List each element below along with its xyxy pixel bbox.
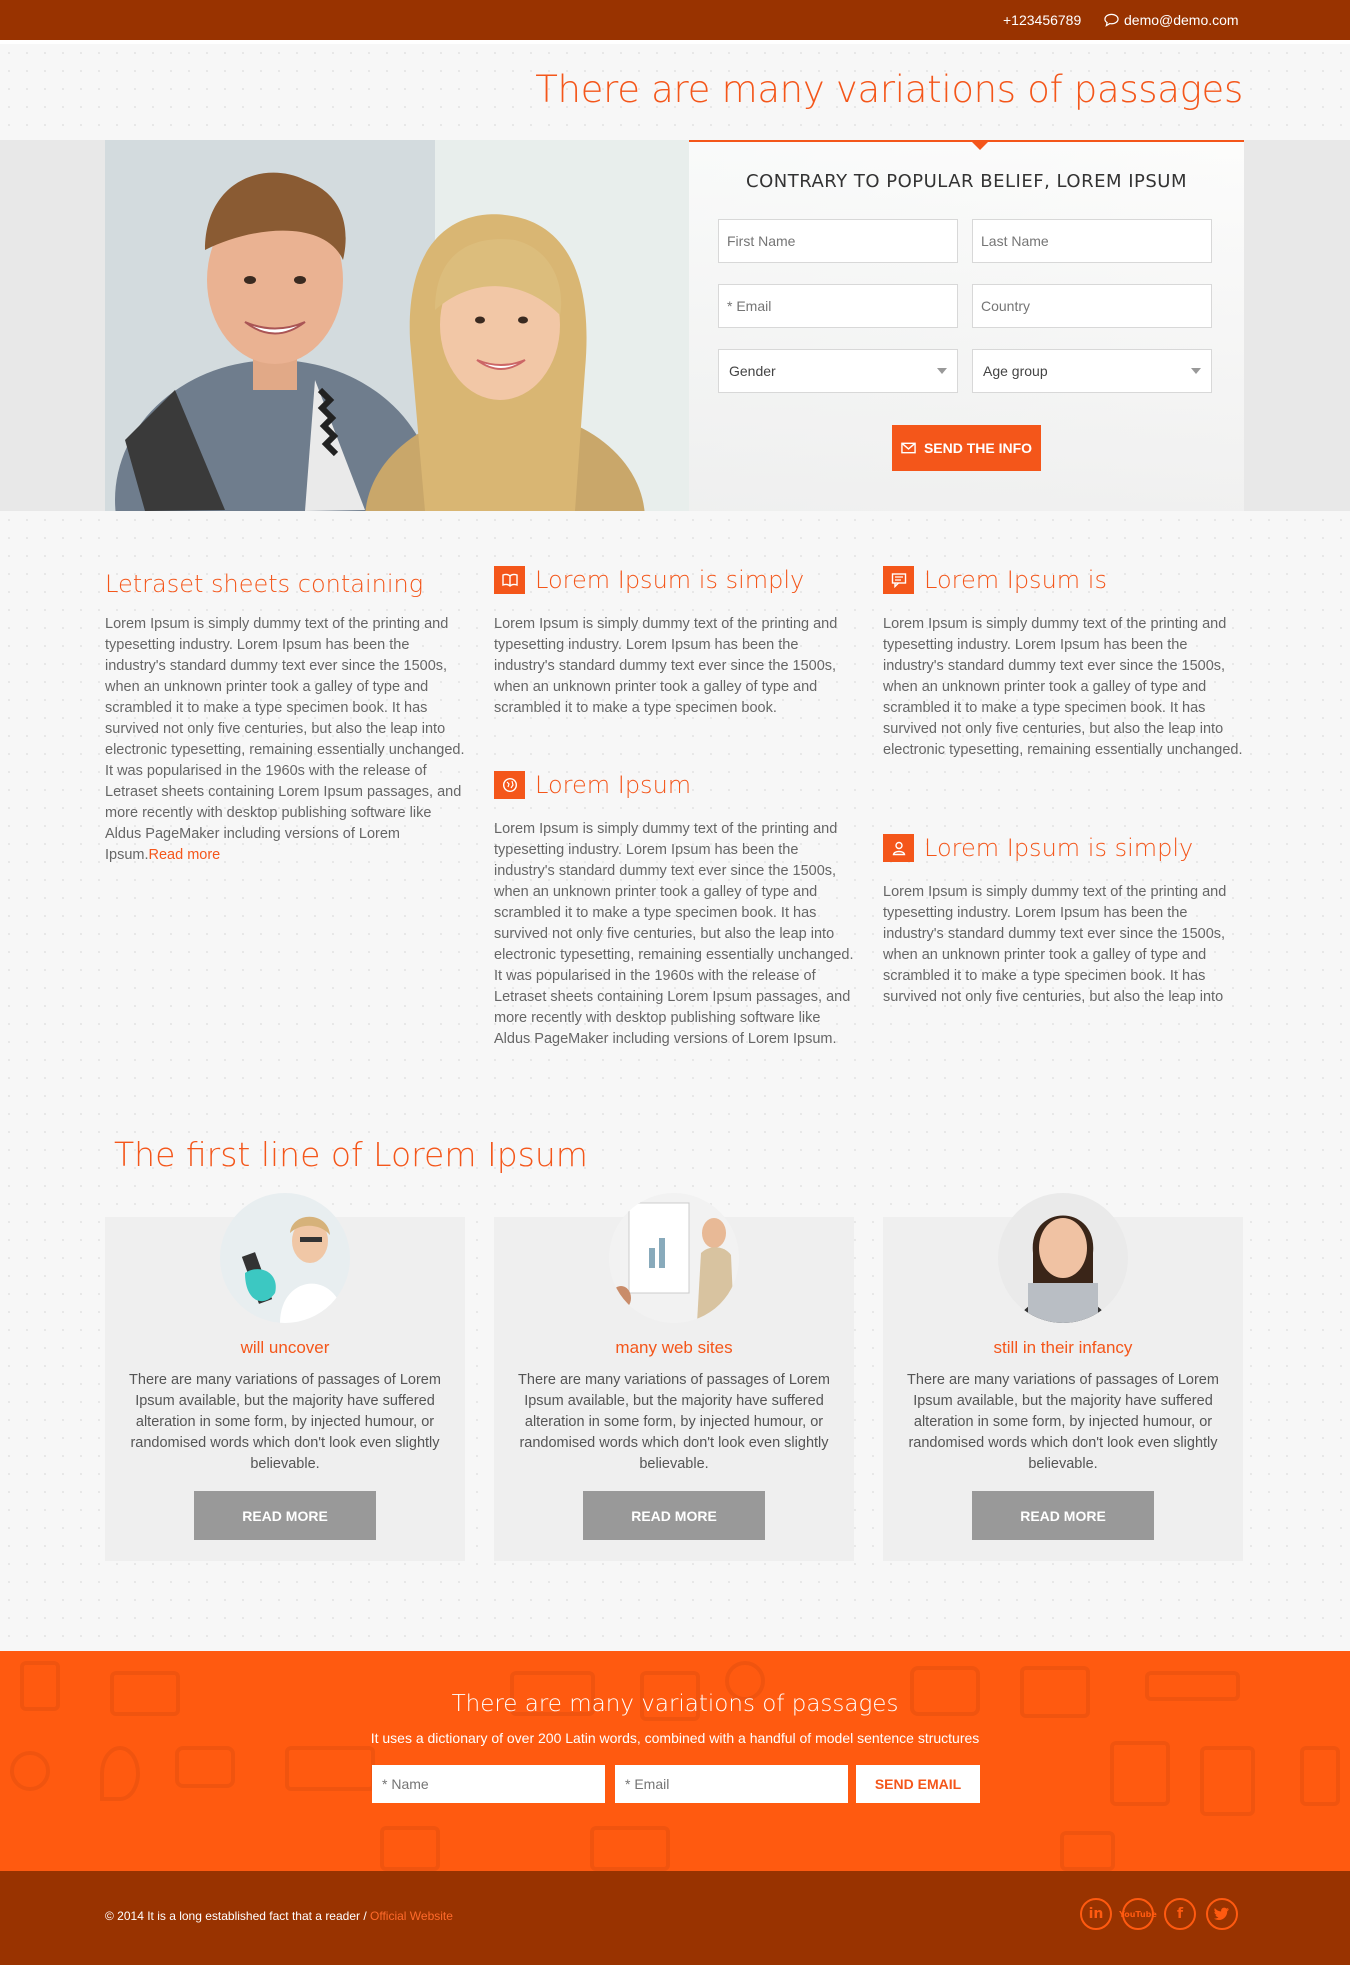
email-input[interactable] — [615, 1765, 848, 1803]
user-icon — [883, 834, 914, 862]
read-more-link[interactable]: Read more — [149, 847, 221, 863]
country-field[interactable] — [972, 284, 1212, 328]
decorative-document-icon — [1110, 1741, 1170, 1806]
envelope-icon — [901, 442, 916, 454]
send-info-label: SEND THE INFO — [923, 440, 1033, 456]
feature-title: Lorem Ipsum is simply — [924, 834, 1194, 862]
age-group-select-value: Age group — [983, 363, 1048, 379]
feature-text: Lorem Ipsum is simply dummy text of the … — [105, 614, 467, 866]
card-text: There are many variations of passages of… — [907, 1372, 1219, 1472]
card-title: will uncover — [240, 1338, 330, 1357]
section-title: The first line of Lorem Ipsum — [114, 1135, 588, 1174]
newsletter-title: There are many variations of passages — [451, 1691, 899, 1717]
official-website-link[interactable]: Official Website — [370, 1909, 453, 1923]
copyright: © 2014 It is a long established fact tha… — [105, 1909, 453, 1923]
gender-select[interactable]: Gender — [718, 349, 958, 393]
couple-photo-illustration — [105, 140, 689, 511]
gender-select-value: Gender — [729, 363, 776, 379]
age-group-select[interactable]: Age group — [972, 349, 1212, 393]
info-card: will uncover There are many variations o… — [105, 1193, 465, 1561]
twitter-bird-icon — [1214, 1907, 1229, 1920]
feature-heading: Lorem Ipsum is simply — [883, 834, 1193, 862]
email-field[interactable] — [718, 284, 958, 328]
decorative-list-icon — [1300, 1746, 1340, 1806]
info-card: still in their infancy There are many va… — [883, 1193, 1243, 1561]
name-input[interactable] — [372, 1765, 605, 1803]
feature-text: Lorem Ipsum is simply dummy text of the … — [494, 616, 838, 716]
read-more-button[interactable]: READ MORE — [194, 1491, 376, 1540]
decorative-bag-icon — [1060, 1831, 1115, 1871]
form-title: CONTRARY TO POPULAR BELIEF, LOREM IPSUM — [746, 171, 1187, 192]
info-card: many web sites There are many variations… — [494, 1193, 854, 1561]
decorative-browser-icon — [380, 1826, 440, 1871]
copyright-text: © 2014 It is a long established fact tha… — [105, 1909, 371, 1923]
feature-heading: Lorem Ipsum — [494, 771, 691, 799]
top-bar: +123456789 demo@demo.com — [0, 0, 1350, 40]
feature-heading: Lorem Ipsum is simply — [494, 566, 804, 594]
form-notch — [970, 140, 990, 150]
footer: © 2014 It is a long established fact tha… — [0, 1871, 1350, 1965]
facebook-icon[interactable]: f — [1164, 1898, 1196, 1930]
card-title: still in their infancy — [993, 1338, 1133, 1357]
chevron-down-icon — [937, 368, 947, 374]
email-contact[interactable]: demo@demo.com — [1104, 12, 1239, 28]
feature-title: Lorem Ipsum is simply — [535, 566, 805, 594]
linkedin-label: in — [1088, 1906, 1104, 1922]
decorative-camera-icon — [175, 1746, 235, 1788]
feature-title: Lorem Ipsum — [535, 771, 692, 799]
decorative-search-icon — [10, 1751, 50, 1791]
globe-icon — [494, 771, 525, 799]
avatar — [998, 1193, 1128, 1323]
facebook-label: f — [1176, 1906, 1184, 1922]
read-more-button[interactable]: READ MORE — [972, 1491, 1154, 1540]
last-name-field[interactable] — [972, 219, 1212, 263]
chevron-down-icon — [1191, 368, 1201, 374]
read-more-button[interactable]: READ MORE — [583, 1491, 765, 1540]
newsletter-subtitle: It uses a dictionary of over 200 Latin w… — [370, 1730, 980, 1746]
feature-heading: Lorem Ipsum is — [883, 566, 1107, 594]
feature-body: Lorem Ipsum is simply dummy text of the … — [105, 616, 465, 863]
linkedin-icon[interactable]: in — [1080, 1898, 1112, 1930]
decorative-browser-icon — [285, 1746, 375, 1791]
feature-text: Lorem Ipsum is simply dummy text of the … — [883, 616, 1243, 758]
decorative-file-icon — [1200, 1746, 1255, 1816]
first-name-field[interactable] — [718, 219, 958, 263]
email-text: demo@demo.com — [1124, 12, 1239, 28]
feature-text: Lorem Ipsum is simply dummy text of the … — [883, 884, 1227, 1005]
chat-bubble-icon — [1104, 13, 1119, 27]
twitter-icon[interactable]: twitter — [1206, 1898, 1238, 1930]
phone-number[interactable]: +123456789 — [1003, 12, 1081, 28]
send-email-button[interactable]: SEND EMAIL — [856, 1765, 980, 1803]
decorative-document-icon — [590, 1826, 670, 1871]
newsletter-section: There are many variations of passages It… — [0, 1651, 1350, 1871]
feature-text: Lorem Ipsum is simply dummy text of the … — [494, 821, 854, 1047]
hero-photo — [105, 140, 689, 511]
feature-title: Lorem Ipsum is — [924, 566, 1107, 594]
avatar — [609, 1193, 739, 1323]
page-title: There are many variations of passages — [535, 68, 1243, 111]
avatar — [220, 1193, 350, 1323]
feature-title: Letraset sheets containing — [105, 570, 424, 598]
card-title: many web sites — [615, 1338, 733, 1357]
chat-icon — [883, 566, 914, 594]
send-info-button[interactable]: SEND THE INFO — [892, 425, 1041, 471]
card-text: There are many variations of passages of… — [129, 1372, 441, 1472]
book-icon — [494, 566, 525, 594]
youtube-label: YouTube — [1119, 1909, 1157, 1919]
youtube-icon[interactable]: YouTube — [1119, 1898, 1157, 1930]
decorative-pin-icon — [100, 1746, 140, 1801]
card-text: There are many variations of passages of… — [518, 1372, 830, 1472]
